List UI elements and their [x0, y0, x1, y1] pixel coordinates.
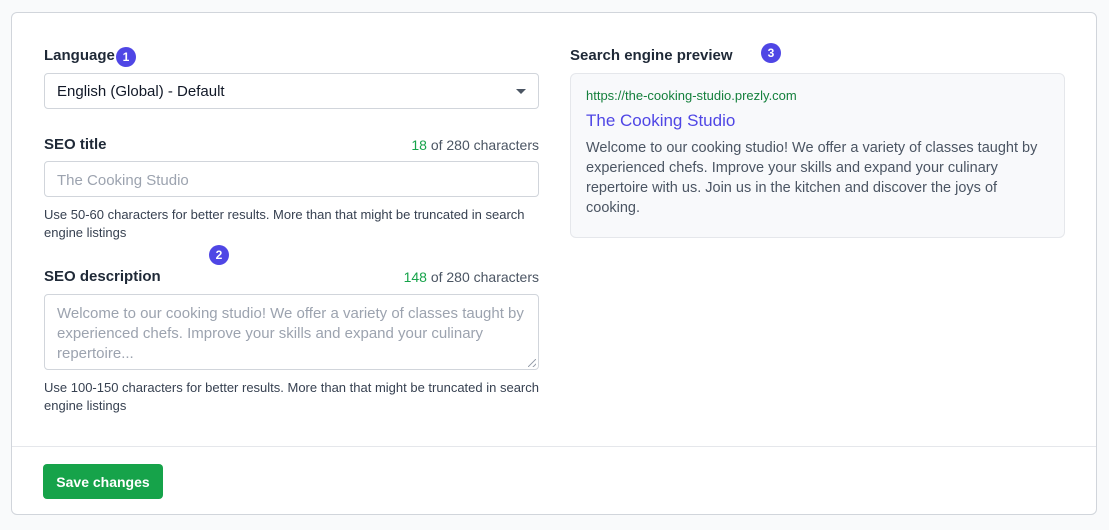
seo-description-counter: 148 of 280 characters	[239, 269, 539, 285]
chevron-down-icon	[516, 89, 526, 94]
seo-description-helper: Use 100-150 characters for better result…	[44, 380, 539, 413]
language-select-value: English (Global) - Default	[57, 82, 225, 100]
seo-title-count-suffix: of 280 characters	[426, 137, 539, 153]
preview-label: Search engine preview	[570, 47, 733, 64]
step-3-badge: 3	[761, 43, 781, 63]
seo-description-count-suffix: of 280 characters	[426, 269, 539, 285]
seo-title-helper: Use 50-60 characters for better results.…	[44, 207, 525, 240]
seo-title-count: 18	[411, 137, 427, 153]
seo-description-count: 148	[403, 269, 427, 285]
footer-divider	[12, 446, 1096, 447]
seo-settings-card: Language 1 English (Global) - Default SE…	[11, 12, 1097, 515]
seo-title-label: SEO title	[44, 136, 107, 153]
preview-url: https://the-cooking-studio.prezly.com	[586, 88, 797, 103]
save-button[interactable]: Save changes	[43, 464, 163, 499]
seo-description-placeholder: Welcome to our cooking studio! We offer …	[57, 305, 524, 362]
step-1-badge: 1	[116, 47, 136, 67]
seo-description-label: SEO description	[44, 268, 161, 285]
seo-title-placeholder: The Cooking Studio	[57, 172, 189, 189]
language-select[interactable]: English (Global) - Default	[44, 73, 539, 109]
step-2-badge: 2	[209, 245, 229, 265]
language-label: Language	[44, 47, 115, 64]
seo-title-counter: 18 of 280 characters	[239, 137, 539, 153]
seo-description-textarea[interactable]: Welcome to our cooking studio! We offer …	[44, 294, 539, 370]
preview-description: Welcome to our cooking studio! We offer …	[586, 140, 1038, 216]
resize-handle-icon[interactable]	[528, 359, 536, 367]
search-engine-preview: https://the-cooking-studio.prezly.com Th…	[570, 73, 1065, 238]
seo-title-input[interactable]: The Cooking Studio	[44, 161, 539, 197]
preview-title: The Cooking Studio	[586, 111, 736, 130]
